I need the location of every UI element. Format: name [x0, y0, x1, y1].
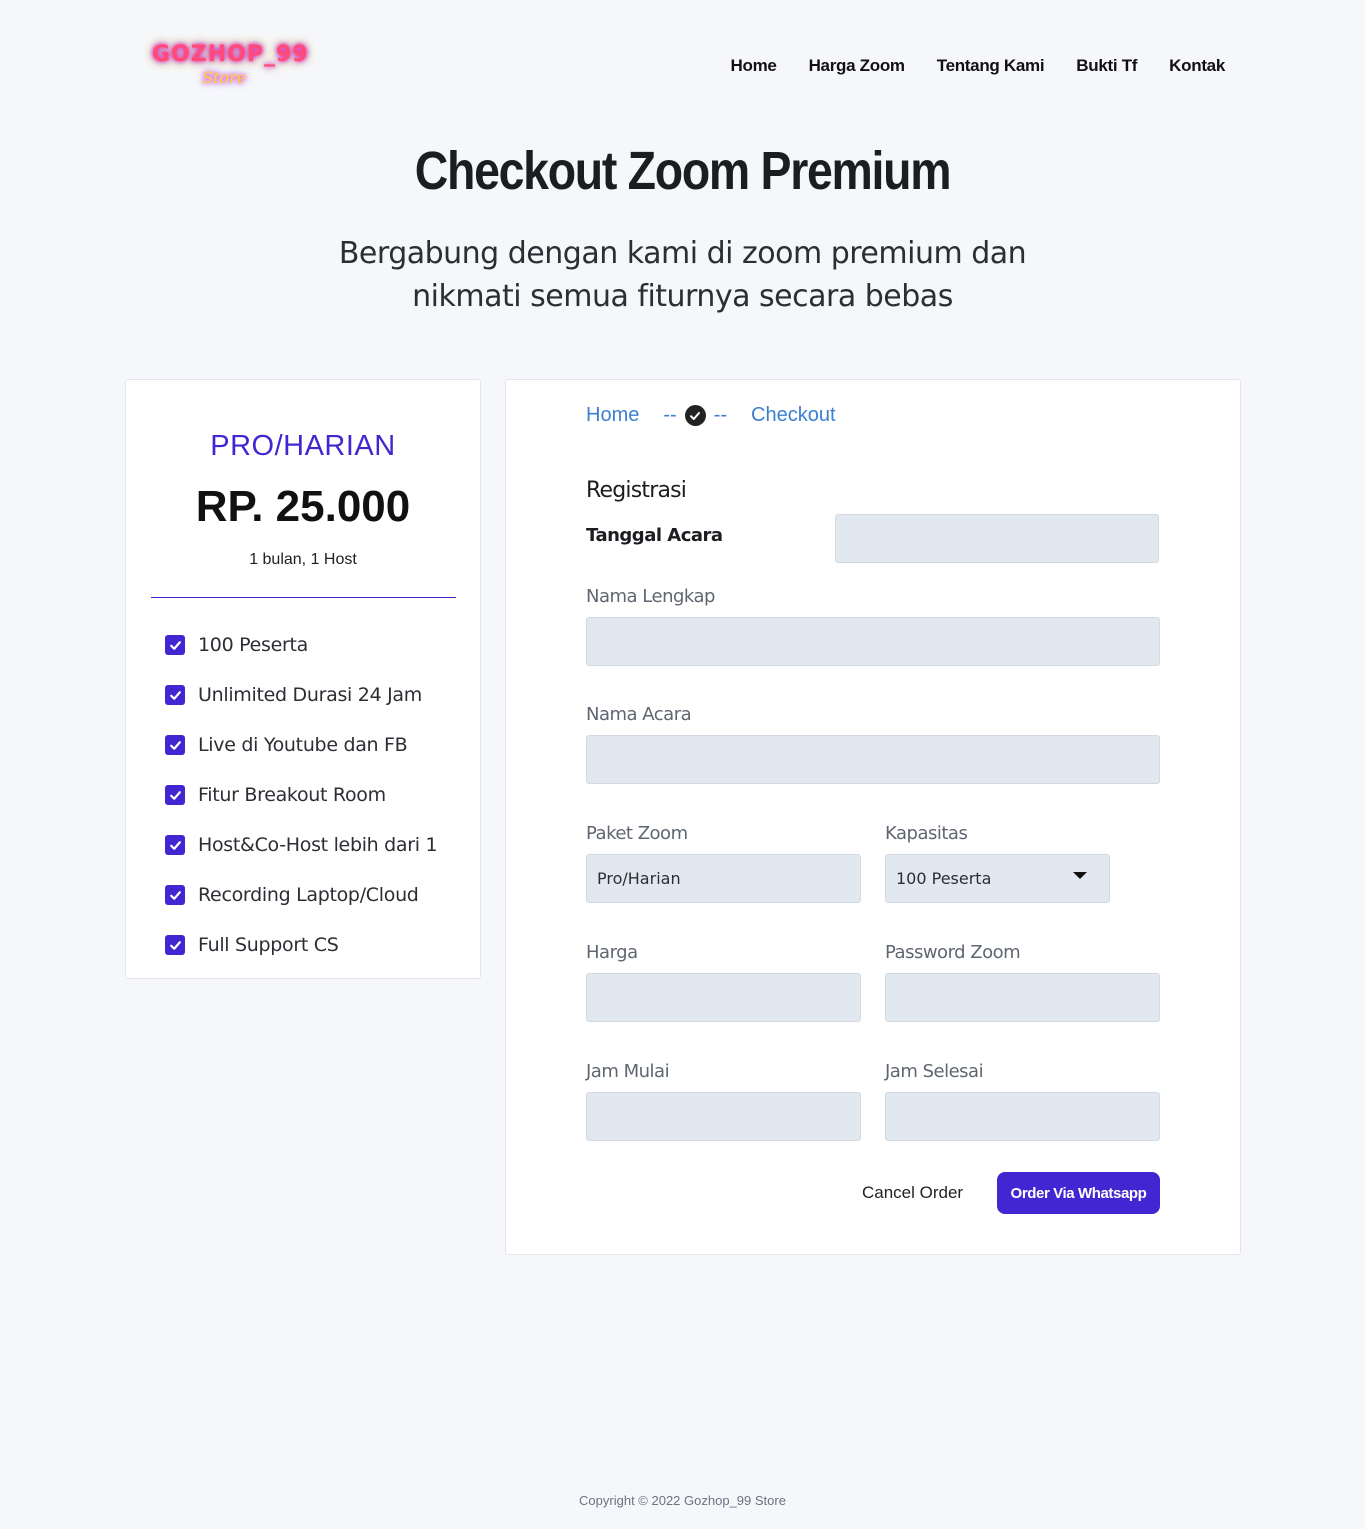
section-title: Registrasi	[586, 478, 687, 503]
jam-selesai-label: Jam Selesai	[885, 1061, 984, 1082]
checkbox-checked-icon	[165, 685, 185, 705]
paket-zoom-value: Pro/Harian	[597, 869, 681, 888]
tanggal-acara-input[interactable]	[835, 514, 1159, 563]
nama-lengkap-input[interactable]	[586, 617, 1160, 666]
checkbox-checked-icon	[165, 935, 185, 955]
kapasitas-label: Kapasitas	[885, 823, 968, 844]
feature-label: Recording Laptop/Cloud	[198, 884, 419, 906]
checkbox-checked-icon	[165, 785, 185, 805]
breadcrumb-separator: --	[663, 404, 677, 426]
brand-logo[interactable]: GOZHOP_99 Store	[148, 38, 308, 98]
feature-item: Unlimited Durasi 24 Jam	[165, 670, 437, 720]
feature-item: Host&Co-Host lebih dari 1	[165, 820, 438, 870]
checkbox-checked-icon	[165, 885, 185, 905]
feature-label: Fitur Breakout Room	[198, 784, 386, 806]
kapasitas-select[interactable]: 100 Peserta	[885, 854, 1110, 903]
checkbox-checked-icon	[165, 635, 185, 655]
feature-list: 100 Peserta Unlimited Durasi 24 Jam Live…	[165, 620, 438, 970]
jam-mulai-input[interactable]	[586, 1092, 861, 1141]
nav-bukti-tf[interactable]: Bukti Tf	[1076, 56, 1137, 76]
order-whatsapp-button[interactable]: Order Via Whatsapp	[997, 1172, 1160, 1214]
jam-selesai-input[interactable]	[885, 1092, 1160, 1141]
cancel-order-button[interactable]: Cancel Order	[862, 1183, 963, 1203]
breadcrumb-checkout[interactable]: Checkout	[751, 404, 836, 427]
nav-harga-zoom[interactable]: Harga Zoom	[809, 56, 905, 76]
nama-acara-label: Nama Acara	[586, 704, 692, 725]
checkbox-checked-icon	[165, 735, 185, 755]
harga-label: Harga	[586, 942, 638, 963]
logo-subtext: Store	[202, 68, 247, 87]
feature-item: Full Support CS	[165, 920, 437, 970]
feature-item: Recording Laptop/Cloud	[165, 870, 437, 920]
password-zoom-label: Password Zoom	[885, 942, 1021, 963]
page-title: Checkout Zoom Premium	[414, 141, 952, 201]
breadcrumb: Home -- -- Checkout	[586, 404, 836, 427]
feature-label: Unlimited Durasi 24 Jam	[198, 684, 422, 706]
nav-home[interactable]: Home	[731, 56, 777, 76]
feature-item: 100 Peserta	[165, 620, 437, 670]
footer-copyright: Copyright © 2022 Gozhop_99 Store	[579, 1493, 786, 1508]
feature-item: Fitur Breakout Room	[165, 770, 437, 820]
nama-acara-input[interactable]	[586, 735, 1160, 784]
nama-lengkap-label: Nama Lengkap	[586, 586, 715, 607]
harga-input[interactable]	[586, 973, 861, 1022]
check-circle-icon	[684, 405, 706, 426]
breadcrumb-home[interactable]: Home	[586, 404, 639, 427]
plan-name: PRO/HARIAN	[210, 430, 396, 462]
main-nav: Home Harga Zoom Tentang Kami Bukti Tf Ko…	[731, 56, 1226, 76]
plan-period: 1 bulan, 1 Host	[249, 551, 357, 568]
nav-tentang-kami[interactable]: Tentang Kami	[937, 56, 1045, 76]
feature-label: 100 Peserta	[198, 634, 308, 656]
kapasitas-value: 100 Peserta	[896, 869, 992, 888]
plan-price: RP. 25.000	[195, 482, 411, 531]
plan-divider	[151, 597, 456, 598]
feature-label: Host&Co-Host lebih dari 1	[198, 834, 438, 856]
paket-zoom-input[interactable]: Pro/Harian	[586, 854, 861, 903]
feature-label: Live di Youtube dan FB	[198, 734, 408, 756]
checkout-form-card: Home -- -- Checkout Registrasi Tanggal A…	[505, 379, 1241, 1255]
jam-mulai-label: Jam Mulai	[586, 1061, 670, 1082]
plan-card: PRO/HARIAN RP. 25.000 1 bulan, 1 Host 10…	[125, 379, 481, 979]
password-zoom-input[interactable]	[885, 973, 1160, 1022]
logo-text: GOZHOP_99	[152, 42, 309, 67]
caret-down-icon	[1073, 872, 1087, 879]
feature-item: Live di Youtube dan FB	[165, 720, 437, 770]
checkbox-checked-icon	[165, 835, 185, 855]
paket-zoom-label: Paket Zoom	[586, 823, 688, 844]
page-subtitle: Bergabung dengan kami di zoom premium da…	[338, 236, 1027, 314]
feature-label: Full Support CS	[198, 934, 339, 956]
tanggal-acara-label: Tanggal Acara	[586, 525, 723, 546]
breadcrumb-separator: --	[713, 404, 728, 426]
nav-kontak[interactable]: Kontak	[1169, 56, 1225, 76]
